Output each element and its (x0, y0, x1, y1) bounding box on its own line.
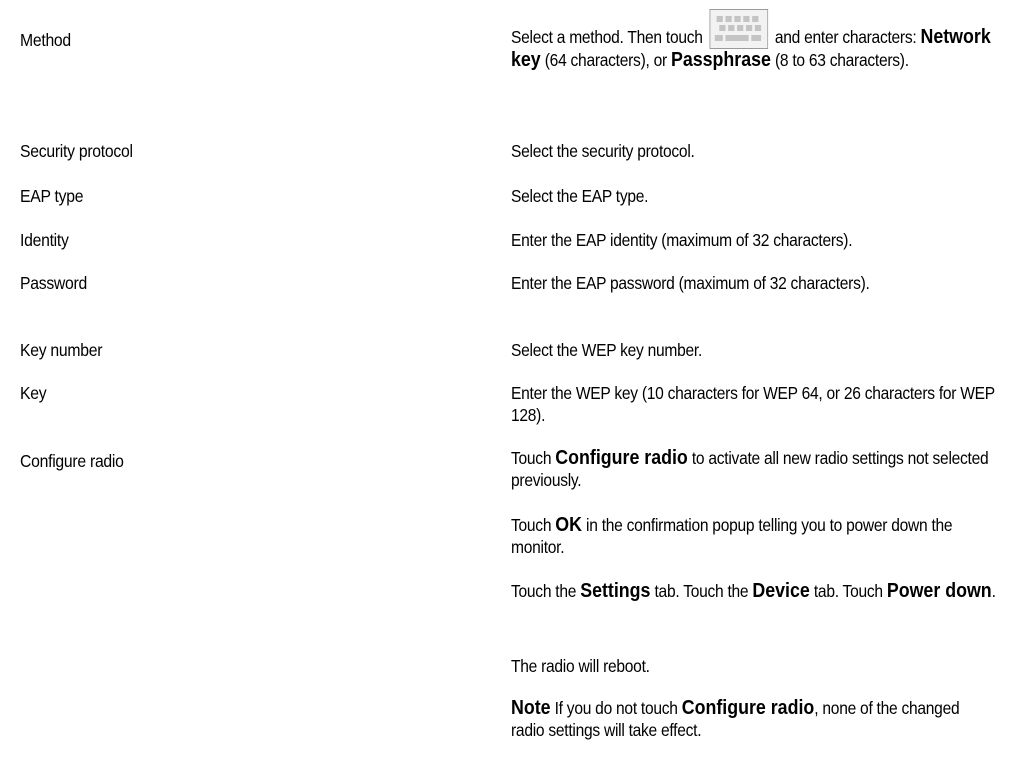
setting-description: Touch the Settings tab. Touch the Device… (511, 580, 996, 602)
desc-bold: Settings (580, 580, 651, 602)
setting-label: Method (20, 30, 71, 50)
setting-label: Security protocol (20, 141, 133, 161)
setting-description: Select a method. Then touch and enter ch… (511, 9, 996, 72)
desc-text: (64 characters), or (544, 50, 667, 70)
paragraph: Touch OK in the confirmation popup telli… (511, 514, 996, 558)
setting-label: Key number (20, 340, 103, 360)
desc-bold: Passphrase (670, 49, 771, 71)
desc-bold: Note (511, 697, 551, 719)
setting-description: Touch OK in the confirmation popup telli… (511, 514, 996, 558)
setting-label: Key (20, 383, 47, 403)
setting-description: Enter the EAP identity (maximum of 32 ch… (511, 230, 853, 250)
paragraph: Note If you do not touch Configure radio… (511, 697, 996, 741)
setting-description: Note If you do not touch Configure radio… (511, 697, 996, 741)
paragraph: Touch the Settings tab. Touch the Device… (511, 580, 996, 602)
setting-description: Select the security protocol. (511, 141, 695, 161)
setting-label: Identity (20, 230, 69, 250)
setting-description: Enter the WEP key (10 characters for WEP… (511, 383, 995, 425)
desc-text: and enter characters: (774, 27, 917, 47)
desc-text: . (991, 581, 996, 601)
setting-description: Select the WEP key number. (511, 340, 703, 360)
desc-text: Touch the (511, 581, 577, 601)
setting-description: The radio will reboot. (511, 655, 996, 677)
desc-bold: OK (555, 514, 582, 536)
setting-label: EAP type (20, 186, 84, 206)
setting-label: Password (20, 273, 87, 293)
setting-label: Configure radio (20, 451, 124, 471)
desc-text: tab. Touch the (654, 581, 749, 601)
desc-text: If you do not touch (554, 698, 678, 718)
paragraph: Touch Configure radio to activate all ne… (511, 447, 996, 491)
setting-description: Touch Configure radio to activate all ne… (511, 447, 996, 491)
desc-text: tab. Touch (813, 581, 883, 601)
radio-settings-table: Method Select a method. Then touch and e… (0, 0, 1015, 765)
desc-text: Touch (511, 448, 552, 468)
desc-text: Touch (511, 515, 552, 535)
desc-bold: Power down (886, 580, 992, 602)
desc-text: (8 to 63 characters). (774, 50, 909, 70)
desc-bold: Configure radio (681, 697, 815, 719)
desc-text: Select a method. Then touch (511, 27, 703, 47)
desc-bold: Configure radio (555, 447, 688, 469)
desc-bold: Device (752, 580, 810, 602)
paragraph: The radio will reboot. (511, 656, 650, 676)
keyboard-icon (709, 9, 769, 49)
setting-description: Enter the EAP password (maximum of 32 ch… (511, 273, 870, 293)
setting-description: Select the EAP type. (511, 186, 649, 206)
